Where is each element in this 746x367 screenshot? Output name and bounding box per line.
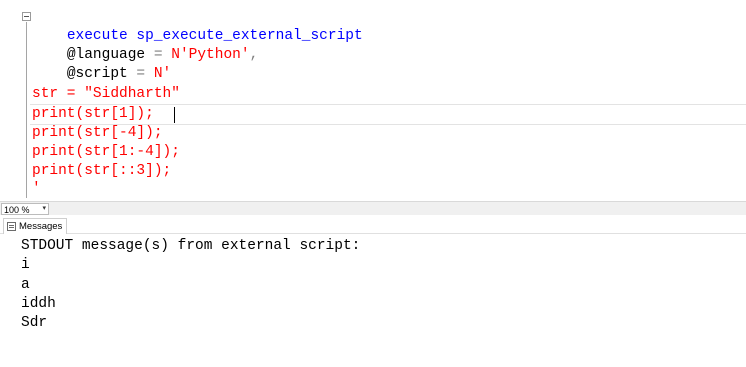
code-line-7: print(str[-4]); (32, 125, 163, 141)
code-line-2: @language = N'Python', (32, 27, 258, 63)
output-line: Sdr (21, 315, 48, 331)
messages-pane[interactable]: STDOUT message(s) from external script: … (0, 235, 746, 367)
code-line-1: execute sp_execute_external_script (32, 8, 363, 44)
comma: , (249, 47, 259, 63)
output-line: i (21, 257, 30, 273)
tab-messages[interactable]: Messages (3, 218, 68, 234)
text-caret (174, 107, 175, 123)
output-line: STDOUT message(s) from external script: (21, 238, 361, 254)
code-line-3: @script = N' (32, 46, 171, 82)
equals-operator: = (127, 66, 154, 82)
code-line-6: print(str[1]); (32, 106, 154, 122)
code-line-5: str = "Siddharth" (32, 86, 180, 102)
query-editor[interactable]: execute sp_execute_external_script @lang… (0, 0, 746, 201)
code-line-10: ' (32, 181, 41, 197)
tab-messages-label: Messages (19, 221, 63, 232)
messages-icon (7, 222, 16, 231)
chevron-down-icon: ▾ (42, 204, 46, 212)
collapse-toggle-icon[interactable] (22, 12, 31, 21)
editor-status-bar: 100 % ▾ (0, 201, 746, 215)
output-line: a (21, 277, 30, 293)
zoom-level: 100 % (4, 205, 30, 215)
results-tabstrip: Messages (0, 216, 746, 234)
horizontal-scrollbar[interactable] (56, 204, 742, 214)
param-language-value: N'Python' (171, 47, 250, 63)
editor-gutter (0, 0, 22, 201)
zoom-select[interactable]: 100 % ▾ (1, 203, 49, 215)
code-line-9: print(str[::3]); (32, 163, 172, 179)
outline-guide (26, 22, 27, 198)
param-script: @script (66, 66, 128, 82)
output-line: iddh (21, 296, 56, 312)
param-script-value: N' (153, 66, 172, 82)
code-line-8: print(str[1:-4]); (32, 144, 180, 160)
